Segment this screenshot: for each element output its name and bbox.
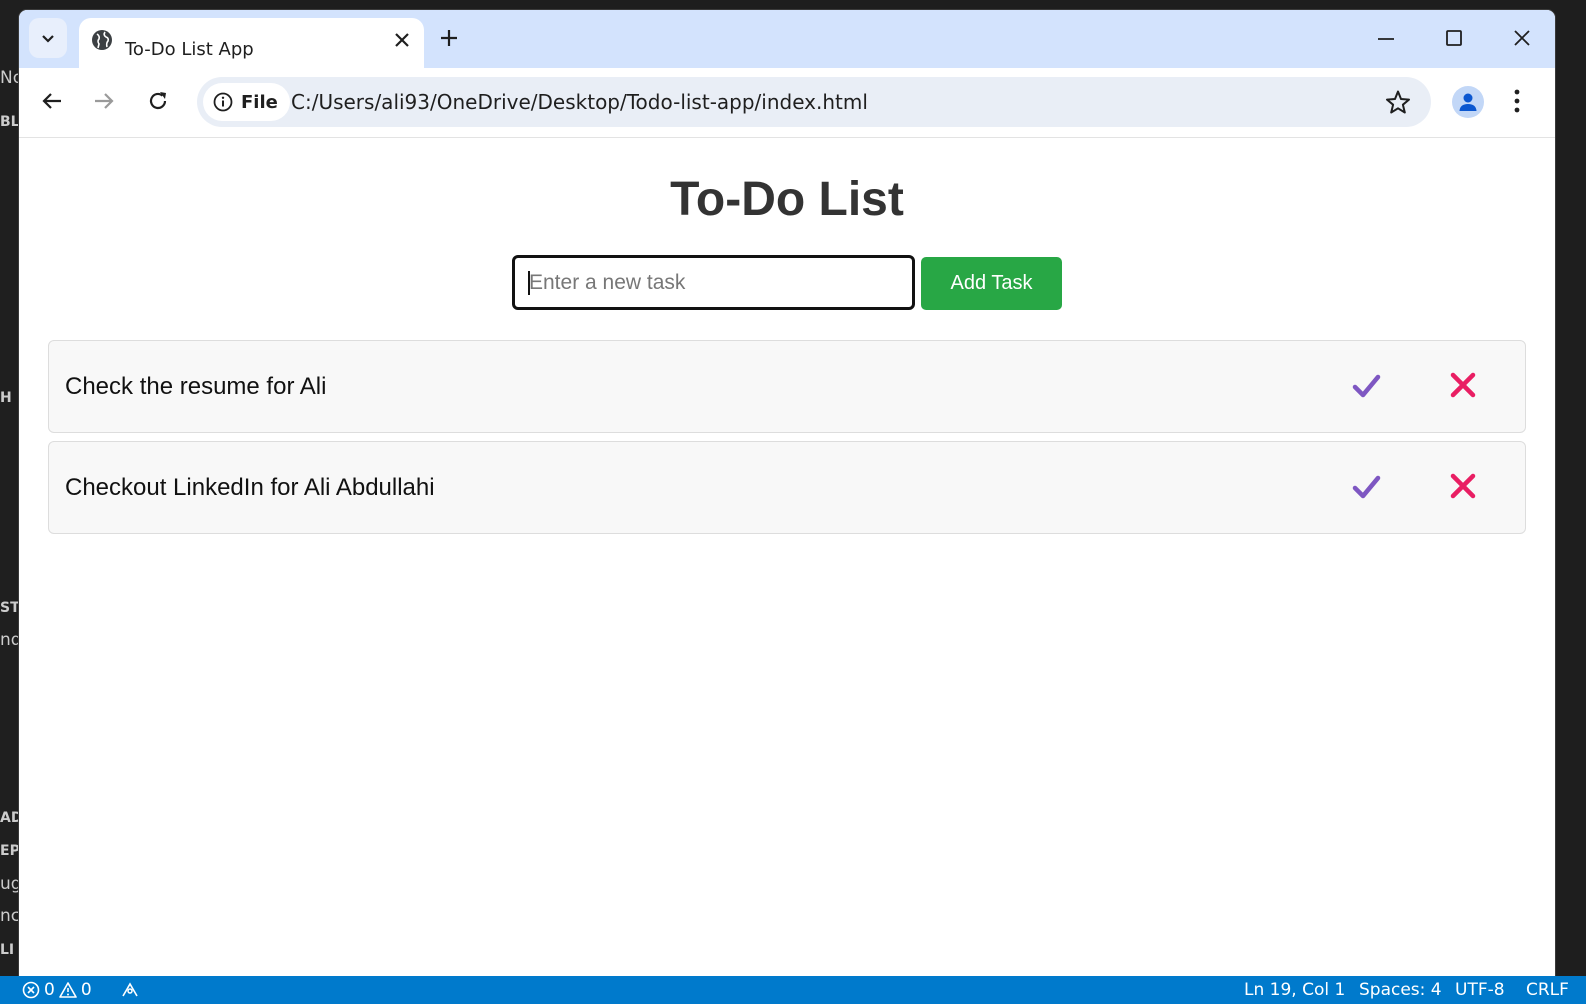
warning-icon <box>59 982 77 998</box>
browser-window: To-Do List App File C:/Users/ali93/OneDr… <box>19 10 1555 976</box>
chevron-down-icon <box>42 35 54 43</box>
error-count: 0 <box>44 980 55 1000</box>
cursor-position[interactable]: Ln 19, Col 1 <box>1244 980 1345 1000</box>
problems-indicator[interactable]: 0 0 <box>22 980 92 1000</box>
check-icon[interactable] <box>1351 472 1381 502</box>
globe-icon <box>92 30 112 50</box>
reload-icon[interactable] <box>147 90 169 112</box>
task-input[interactable] <box>512 255 915 310</box>
site-info-chip[interactable]: File <box>203 83 290 121</box>
back-arrow-icon[interactable] <box>41 90 63 112</box>
indentation[interactable]: Spaces: 4 <box>1359 980 1442 1000</box>
delete-x-icon[interactable] <box>1449 472 1477 500</box>
bg-text: STA <box>0 600 20 616</box>
minimize-icon[interactable] <box>1377 28 1395 48</box>
tab-active[interactable]: To-Do List App <box>79 18 424 68</box>
site-info-label: File <box>241 91 278 113</box>
warning-count: 0 <box>80 980 92 1000</box>
tab-strip: To-Do List App <box>19 10 1555 68</box>
delete-x-icon[interactable] <box>1449 371 1477 399</box>
forward-arrow-icon[interactable] <box>93 90 115 112</box>
more-vert-icon[interactable] <box>1513 88 1521 114</box>
page-content: To-Do List Add Task Check the resume for… <box>19 138 1555 976</box>
encoding[interactable]: UTF-8 <box>1455 980 1505 1000</box>
bg-text: nd <box>0 630 20 650</box>
window-close-icon[interactable] <box>1513 28 1531 48</box>
bg-text: H <box>0 390 12 406</box>
status-bar: 0 0 Ln 19, Col 1 Spaces: 4 UTF-8 CRLF <box>0 976 1586 1004</box>
error-icon <box>22 981 40 999</box>
browser-toolbar: File C:/Users/ali93/OneDrive/Desktop/Tod… <box>19 68 1555 138</box>
task-text: Check the resume for Ali <box>65 373 327 400</box>
ports-indicator[interactable] <box>120 980 140 998</box>
address-bar[interactable]: File C:/Users/ali93/OneDrive/Desktop/Tod… <box>197 77 1431 127</box>
background-editor: No BL H STA nd AD S EPO ug nca LI <box>0 0 20 976</box>
bg-text: EPO <box>0 843 20 859</box>
tab-search-button[interactable] <box>29 18 67 58</box>
page-title: To-Do List <box>670 173 904 226</box>
task-text: Checkout LinkedIn for Ali Abdullahi <box>65 474 435 501</box>
tab-title: To-Do List App <box>125 39 254 60</box>
plus-icon[interactable] <box>439 28 459 48</box>
bg-text: nca <box>0 906 20 926</box>
add-task-button[interactable]: Add Task <box>921 257 1062 310</box>
check-icon[interactable] <box>1351 371 1381 401</box>
text-caret <box>528 271 530 295</box>
bg-text: No <box>0 68 20 88</box>
broadcast-icon <box>122 982 138 997</box>
task-item: Check the resume for Ali <box>48 340 1526 433</box>
close-icon[interactable] <box>394 32 410 48</box>
task-item: Checkout LinkedIn for Ali Abdullahi <box>48 441 1526 534</box>
bg-text: ug <box>0 874 20 894</box>
info-icon <box>213 92 233 112</box>
url-text[interactable]: C:/Users/ali93/OneDrive/Desktop/Todo-lis… <box>291 90 868 114</box>
bg-text: BL <box>0 114 20 130</box>
profile-avatar[interactable] <box>1452 86 1484 118</box>
line-ending[interactable]: CRLF <box>1526 980 1569 1000</box>
bg-text: AD S <box>0 810 20 826</box>
person-icon <box>1459 93 1477 111</box>
maximize-icon[interactable] <box>1445 28 1463 48</box>
bookmark-star-icon[interactable] <box>1385 89 1411 115</box>
bg-text: LI <box>0 942 15 958</box>
